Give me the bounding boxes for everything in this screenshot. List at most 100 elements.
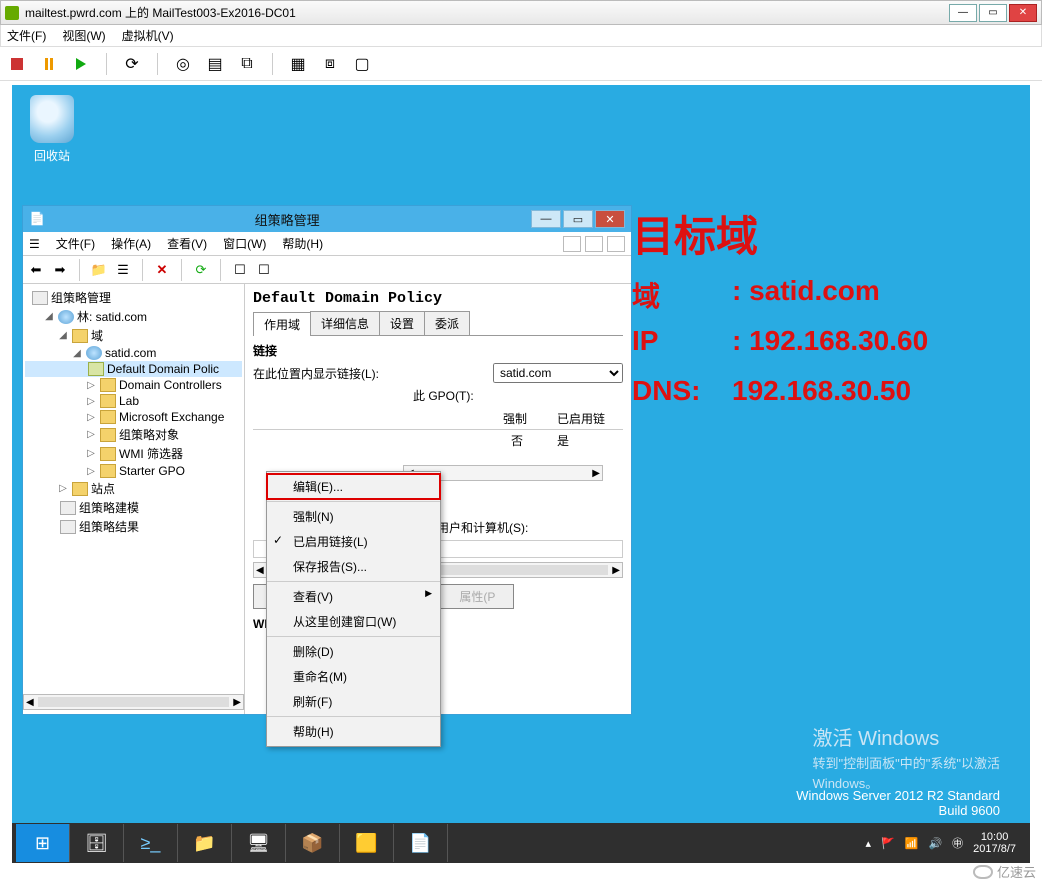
maximize-button[interactable]: ▭ xyxy=(979,4,1007,22)
fullscreen-icon[interactable]: ▢ xyxy=(351,53,373,75)
tb-app4-icon[interactable]: 📄 xyxy=(394,824,448,862)
tab-settings[interactable]: 设置 xyxy=(379,311,425,335)
system-tray[interactable]: ▴ 🚩 📶 🔊 ㊥ 10:00 2017/8/7 xyxy=(866,831,1026,855)
clock-date: 2017/8/7 xyxy=(973,843,1016,855)
tree-domains[interactable]: ◢域 xyxy=(25,326,242,345)
delete-icon[interactable]: ✕ xyxy=(153,261,171,279)
tab-delegation[interactable]: 委派 xyxy=(424,311,470,335)
ctx-enforce[interactable]: 强制(N) xyxy=(267,501,440,529)
play-icon[interactable] xyxy=(70,53,92,75)
tree-dc[interactable]: ▷Domain Controllers xyxy=(25,377,242,393)
gpo-t-label: 此 GPO(T): xyxy=(413,387,474,404)
ctx-view[interactable]: 查看(V) xyxy=(267,581,440,609)
mdi-max-icon[interactable] xyxy=(585,236,603,252)
tray-vol-icon[interactable]: 🔊 xyxy=(928,837,942,850)
tree-gpresult[interactable]: 组策略结果 xyxy=(25,517,242,536)
ctx-enable-link[interactable]: ✓已启用链接(L) xyxy=(267,529,440,554)
tree-lab[interactable]: ▷Lab xyxy=(25,393,242,409)
gpmc-minimize-button[interactable]: — xyxy=(531,210,561,228)
vm-menu-file[interactable]: 文件(F) xyxy=(7,27,46,44)
tray-flag-icon[interactable]: 🚩 xyxy=(881,837,895,850)
vm-menu-vm[interactable]: 虚拟机(V) xyxy=(122,27,174,44)
help-icon[interactable]: ☐ xyxy=(231,261,249,279)
cd-icon[interactable]: ◎ xyxy=(172,53,194,75)
tree-ddp[interactable]: Default Domain Polic xyxy=(25,361,242,377)
tab-details[interactable]: 详细信息 xyxy=(310,311,380,335)
location-label: 在此位置内显示链接(L): xyxy=(253,365,379,382)
tree-hscroll[interactable]: ◀▶ xyxy=(23,694,244,710)
tb-explorer-icon[interactable]: 📁 xyxy=(178,824,232,862)
back-icon[interactable]: ⬅ xyxy=(27,261,45,279)
ctx-help[interactable]: 帮助(H) xyxy=(267,716,440,744)
start-button[interactable]: ⊞ xyxy=(16,824,70,862)
ctx-delete[interactable]: 删除(D) xyxy=(267,636,440,664)
gpmc-menu-window[interactable]: 窗口(W) xyxy=(223,235,266,252)
up-icon[interactable]: 📁 xyxy=(90,261,108,279)
minimize-button[interactable]: — xyxy=(949,4,977,22)
gpmc-titlebar[interactable]: 📄 组策略管理 — ▭ ✕ xyxy=(23,206,631,232)
col-enforce: 强制 xyxy=(503,410,527,427)
gpmc-menu-view[interactable]: 查看(V) xyxy=(167,235,207,252)
stop-icon[interactable] xyxy=(6,53,28,75)
gpmc-maximize-button[interactable]: ▭ xyxy=(563,210,593,228)
vm-menu-view[interactable]: 视图(W) xyxy=(62,27,105,44)
pause-icon[interactable] xyxy=(38,53,60,75)
overlay-domain-label: 域 xyxy=(632,275,660,315)
ctx-save-report[interactable]: 保存报告(S)... xyxy=(267,554,440,579)
ctx-edit[interactable]: 编辑(E)... xyxy=(267,474,440,499)
tree-gpo-objects[interactable]: ▷组策略对象 xyxy=(25,425,242,444)
wm-line2: 转到"控制面板"中的"系统"以激活 xyxy=(813,754,1000,774)
ctx-refresh[interactable]: 刷新(F) xyxy=(267,689,440,714)
refresh-icon[interactable]: ⟳ xyxy=(121,53,143,75)
tree-forest[interactable]: ◢林: satid.com xyxy=(25,307,242,326)
extra-icon[interactable]: ☐ xyxy=(255,261,273,279)
guest-desktop: 回收站 目标域 域 : satid.com IP : 192.168.30.60… xyxy=(12,85,1030,863)
tray-clock[interactable]: 10:00 2017/8/7 xyxy=(973,831,1016,855)
gpmc-menu-file[interactable]: 文件(F) xyxy=(56,235,95,252)
tab-scope[interactable]: 作用域 xyxy=(253,312,311,336)
floppy-icon[interactable]: ▤ xyxy=(204,53,226,75)
tb-app2-icon[interactable]: 📦 xyxy=(286,824,340,862)
recycle-bin[interactable]: 回收站 xyxy=(30,95,74,164)
tray-up-icon[interactable]: ▴ xyxy=(866,837,872,850)
tree-sites[interactable]: ▷站点 xyxy=(25,479,242,498)
mdi-min-icon[interactable] xyxy=(563,236,581,252)
snapshot-tree-icon[interactable]: ⧈ xyxy=(319,53,341,75)
tb-powershell-icon[interactable]: ≥_ xyxy=(124,824,178,862)
ctx-new-window[interactable]: 从这里创建窗口(W) xyxy=(267,609,440,634)
clock-time: 10:00 xyxy=(973,831,1016,843)
tree-starter[interactable]: ▷Starter GPO xyxy=(25,463,242,479)
tb-server-manager-icon[interactable]: 🗄 xyxy=(70,824,124,862)
gpmc-tree[interactable]: 组策略管理 ◢林: satid.com ◢域 ◢satid.com Defaul… xyxy=(23,284,245,714)
ctx-rename[interactable]: 重命名(M) xyxy=(267,664,440,689)
tree-domain[interactable]: ◢satid.com xyxy=(25,345,242,361)
vm-toolbar: ⟳ ◎ ▤ ⧉ ▦ ⧈ ▢ xyxy=(0,47,1042,81)
mdi-close-icon[interactable] xyxy=(607,236,625,252)
overlay-dns-label: DNS: xyxy=(632,375,700,407)
tree-wmi[interactable]: ▷WMI 筛选器 xyxy=(25,444,242,463)
details-heading: Default Domain Policy xyxy=(253,290,623,307)
brand-icon xyxy=(973,865,993,879)
tray-ime-icon[interactable]: ㊥ xyxy=(952,835,963,851)
close-button[interactable]: ✕ xyxy=(1009,4,1037,22)
tb-app1-icon[interactable]: 🖥 xyxy=(232,824,286,862)
props-icon[interactable]: ☰ xyxy=(114,261,132,279)
snapshot-icon[interactable]: ▦ xyxy=(287,53,309,75)
val-no: 否 xyxy=(511,432,523,449)
tray-net-icon[interactable]: 📶 xyxy=(905,837,919,850)
refresh-tree-icon[interactable]: ⟳ xyxy=(192,261,210,279)
tree-root[interactable]: 组策略管理 xyxy=(25,288,242,307)
tree-gpmodel[interactable]: 组策略建模 xyxy=(25,498,242,517)
location-select[interactable]: satid.com xyxy=(493,363,623,383)
tree-mse[interactable]: ▷Microsoft Exchange xyxy=(25,409,242,425)
gpmc-close-button[interactable]: ✕ xyxy=(595,210,625,228)
gpmc-icon: 📄 xyxy=(29,211,45,227)
gpmc-menu-help[interactable]: 帮助(H) xyxy=(282,235,323,252)
mmc-console-icon: ☰ xyxy=(29,237,40,251)
forward-icon[interactable]: ➡ xyxy=(51,261,69,279)
recycle-bin-icon xyxy=(30,95,74,143)
gpmc-menu-action[interactable]: 操作(A) xyxy=(111,235,151,252)
network-icon[interactable]: ⧉ xyxy=(236,53,258,75)
tb-app3-icon[interactable]: 🟨 xyxy=(340,824,394,862)
prop-button[interactable]: 属性(P xyxy=(440,584,514,609)
